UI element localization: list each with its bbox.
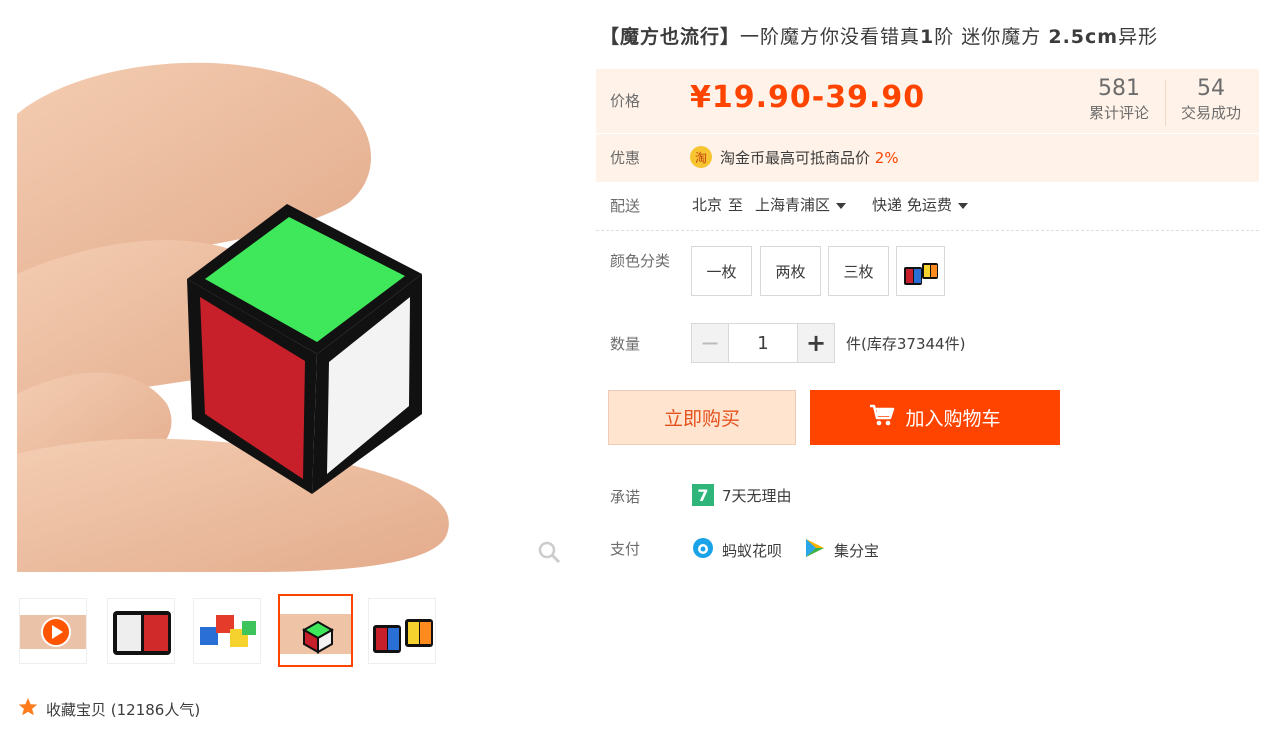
main-product-image[interactable] <box>17 24 563 572</box>
buy-now-button[interactable]: 立即购买 <box>608 390 796 445</box>
add-to-cart-button[interactable]: 加入购物车 <box>810 390 1060 445</box>
payment-jifenbao[interactable]: 集分宝 <box>834 540 879 561</box>
color-option-image[interactable] <box>896 246 945 296</box>
chevron-down-icon <box>957 202 968 209</box>
zoom-icon[interactable] <box>537 540 561 568</box>
review-count[interactable]: 581 累计评论 <box>1086 76 1152 123</box>
divider <box>1165 80 1166 126</box>
color-option-3[interactable]: 三枚 <box>828 246 889 296</box>
thumbnail-image-4-selected[interactable] <box>278 594 353 667</box>
chevron-down-icon <box>836 202 847 209</box>
color-label: 颜色分类 <box>610 252 671 270</box>
payment-label: 支付 <box>610 540 641 558</box>
quantity-decrease-button[interactable]: − <box>691 323 729 363</box>
taojinbi-coin-icon: 淘 <box>690 146 712 168</box>
thumbnail-video[interactable] <box>19 598 87 664</box>
ship-to-word: 至 <box>728 196 744 214</box>
promo-label: 优惠 <box>610 149 641 167</box>
color-option-2[interactable]: 两枚 <box>760 246 821 296</box>
seven-day-icon: 7 <box>692 484 714 506</box>
favorite-link[interactable]: 收藏宝贝 (12186人气) <box>18 697 200 721</box>
quantity-stepper: − + <box>691 323 835 363</box>
promise-item[interactable]: 7 7天无理由 <box>692 484 792 506</box>
color-option-1[interactable]: 一枚 <box>691 246 752 296</box>
payment-methods: 蚂蚁花呗 集分宝 <box>692 537 879 563</box>
divider <box>596 230 1259 231</box>
promo-info: 淘 淘金币最高可抵商品价 2% <box>690 146 899 168</box>
thumbnail-image-5[interactable] <box>368 598 436 664</box>
price-value: ¥19.90-39.90 <box>690 80 926 115</box>
transaction-count[interactable]: 54 交易成功 <box>1177 76 1245 123</box>
shipping-method-selector[interactable]: 快递 免运费 <box>872 194 968 215</box>
quantity-increase-button[interactable]: + <box>797 323 835 363</box>
quantity-input[interactable] <box>729 323 797 363</box>
payment-huabei[interactable]: 蚂蚁花呗 <box>722 540 782 561</box>
product-title: 【魔方也流行】一阶魔方你没看错真1阶 迷你魔方 2.5cm异形 <box>600 26 1159 48</box>
stock-info: 件(库存37344件) <box>846 335 966 353</box>
ship-from: 北京 <box>692 196 723 214</box>
ship-to-selector[interactable]: 上海青浦区 <box>755 194 847 215</box>
huabei-icon <box>692 537 714 563</box>
divider <box>596 133 1259 134</box>
thumbnail-image-3[interactable] <box>193 598 261 664</box>
promise-label: 承诺 <box>610 488 641 506</box>
jifenbao-icon <box>804 537 826 563</box>
delivery-label: 配送 <box>610 197 641 215</box>
quantity-label: 数量 <box>610 335 641 353</box>
star-icon <box>18 697 38 721</box>
delivery-info: 北京 至 上海青浦区 快递 免运费 <box>692 194 968 215</box>
price-label: 价格 <box>610 92 641 110</box>
cart-icon <box>869 403 895 432</box>
thumbnail-image-2[interactable] <box>107 598 175 664</box>
favorite-text: 收藏宝贝 (12186人气) <box>46 700 201 719</box>
